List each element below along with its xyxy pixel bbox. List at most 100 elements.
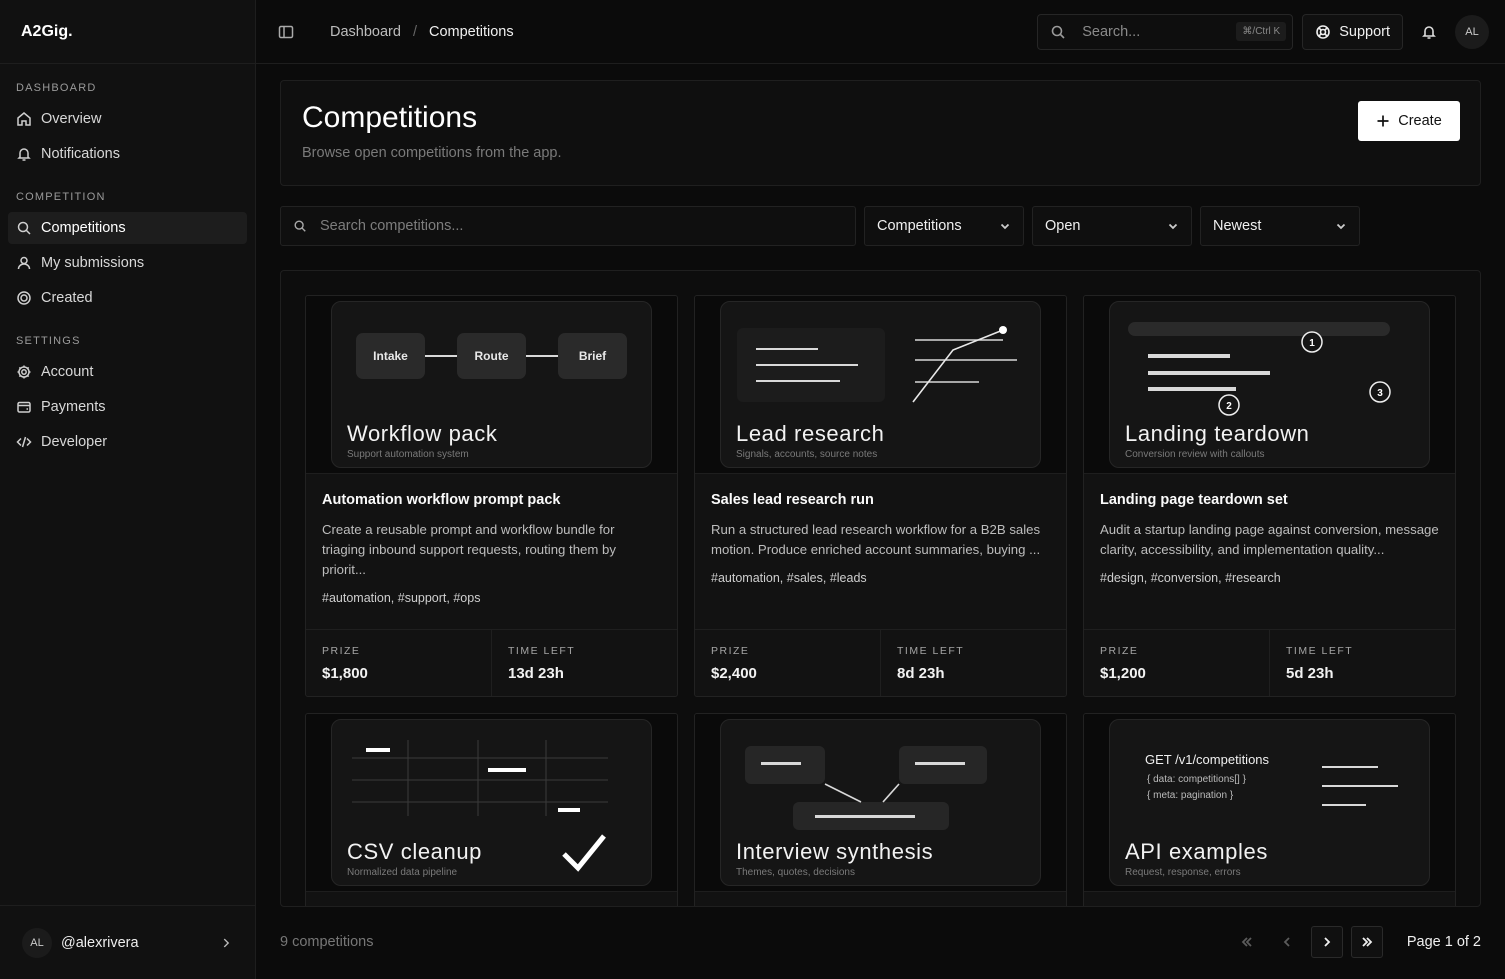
thumbnail-subtitle: Request, response, errors [1125,867,1241,878]
page-title: Competitions [302,101,478,134]
brand-logo[interactable]: A2Gig. [0,0,255,64]
prize-label: PRIZE [711,645,750,657]
text-line [815,815,915,818]
wallet-icon [17,401,31,413]
card-description: Audit a startup landing page against con… [1100,522,1439,557]
target-icon [17,291,31,305]
workflow-step-pill: Brief [558,333,627,379]
sidebar-item-label: Created [41,290,93,306]
sidebar-item-competitions[interactable]: Competitions [8,212,247,244]
notifications-bell-icon[interactable] [1421,24,1437,40]
sidebar-item-label: Notifications [41,146,120,162]
card-thumbnail: Interview synthesis Themes, quotes, deci… [695,714,1066,892]
thumbnail-subtitle: Conversion review with callouts [1125,449,1265,460]
trend-chart-icon [912,326,1017,403]
sort-select-value: Newest [1213,218,1262,234]
text-line [915,762,965,765]
callout-number: 1 [1309,338,1315,349]
prize-value: $2,400 [711,665,757,682]
card-tags: #automation, #support, #ops [322,591,481,605]
card-footer: PRIZE $2,400 TIME LEFT 8d 23h [695,629,1066,696]
thumbnail-art: Lead research Signals, accounts, source … [720,301,1041,468]
prize-value: $1,200 [1100,665,1146,682]
thumbnail-art: CSV cleanup Normalized data pipeline [331,719,652,886]
api-endpoint: GET /v1/competitions [1145,752,1270,767]
sidebar-item-developer[interactable]: Developer [8,426,247,458]
callout-marker: 3 [1369,381,1391,403]
user-menu[interactable]: AL @alexrivera [0,905,255,979]
type-select[interactable]: Competitions [864,206,1024,246]
competition-card[interactable]: CSV cleanup Normalized data pipeline [305,713,678,906]
callout-number: 2 [1226,401,1232,412]
sidebar-item-my-submissions[interactable]: My submissions [8,247,247,279]
competition-card[interactable]: Interview synthesis Themes, quotes, deci… [694,713,1067,906]
api-code-line: { meta: pagination } [1147,790,1234,801]
thumbnail-art: 1 2 3 Landing teardown Conversion review… [1109,301,1430,468]
page-header: Competitions Browse open competitions fr… [280,80,1481,186]
sidebar-item-created[interactable]: Created [8,282,247,314]
prize-value: $1,800 [322,665,368,682]
support-button[interactable]: Support [1302,13,1403,50]
card-body: Automation workflow prompt pack Create a… [306,474,677,629]
chevron-left-icon [1283,937,1290,947]
sidebar-toggle-icon[interactable] [278,24,294,40]
breadcrumb-separator: / [412,23,417,40]
time-left-value: 13d 23h [508,665,564,682]
next-page-button[interactable] [1310,926,1343,958]
global-search-input[interactable]: Search... ⌘/Ctrl K [1037,13,1294,50]
header-bar [1128,322,1390,336]
competition-search-input[interactable]: Search competitions... [280,206,856,246]
sidebar-item-payments[interactable]: Payments [8,391,247,423]
chevron-right-icon [223,938,230,947]
time-left-value: 8d 23h [897,665,945,682]
checkmark-icon [562,834,606,872]
sort-select[interactable]: Newest [1200,206,1360,246]
text-line [1148,354,1230,358]
breadcrumb-dashboard[interactable]: Dashboard [330,24,401,40]
prize-cell: PRIZE $1,200 [1084,630,1269,696]
main: Dashboard / Competitions Search... ⌘/Ctr… [256,0,1505,979]
plus-icon [1377,115,1389,127]
search-placeholder: Search competitions... [320,218,464,234]
thumbnail-subtitle: Themes, quotes, decisions [736,867,855,878]
topbar: Dashboard / Competitions Search... ⌘/Ctr… [256,0,1505,64]
sidebar-item-notifications[interactable]: Notifications [8,138,247,170]
prev-page-button[interactable] [1271,926,1303,958]
first-page-button[interactable] [1231,926,1263,958]
search-icon [17,221,31,235]
sidebar-item-overview[interactable]: Overview [8,103,247,135]
card-tags: #design, #conversion, #research [1100,571,1281,585]
card-body: Sales lead research run Run a structured… [695,474,1066,629]
quote-box [745,746,825,784]
text-line [756,364,858,366]
nav-section-dashboard: DASHBOARD Overview Notifications [0,64,255,170]
card-tags: #automation, #sales, #leads [711,571,867,585]
card-description: Create a reusable prompt and workflow bu… [322,522,616,577]
time-left-value: 5d 23h [1286,665,1334,682]
workflow-step-pill: Intake [356,333,425,379]
last-page-button[interactable] [1350,926,1383,958]
text-line [1322,804,1366,806]
sidebar-item-account[interactable]: Account [8,356,247,388]
competition-grid: Intake Route Brief Workflow pack Support… [305,295,1456,906]
nav-section-competition: COMPETITION Competitions My submissions … [0,173,255,314]
page-indicator: Page 1 of 2 [1406,934,1481,950]
competition-card[interactable]: 1 2 3 Landing teardown Conversion review… [1083,295,1456,697]
thumbnail-title: Interview synthesis [736,839,934,864]
competition-card[interactable]: Intake Route Brief Workflow pack Support… [305,295,678,697]
type-select-value: Competitions [877,218,962,234]
status-select[interactable]: Open [1032,206,1192,246]
user-handle: @alexrivera [61,934,139,951]
text-line [756,348,818,350]
prize-cell: PRIZE $2,400 [695,630,880,696]
avatar: AL [22,927,52,958]
card-footer: PRIZE $1,800 TIME LEFT 13d 23h [306,629,677,696]
competition-grid-container: Intake Route Brief Workflow pack Support… [280,270,1481,907]
competition-card[interactable]: GET /v1/competitions { data: competition… [1083,713,1456,906]
thumbnail-title: Landing teardown [1125,421,1310,446]
card-thumbnail: Intake Route Brief Workflow pack Support… [306,296,677,474]
create-button[interactable]: Create [1358,101,1460,141]
competition-card[interactable]: Lead research Signals, accounts, source … [694,295,1067,697]
avatar[interactable]: AL [1455,14,1489,49]
nav-heading-settings: SETTINGS [16,335,81,347]
